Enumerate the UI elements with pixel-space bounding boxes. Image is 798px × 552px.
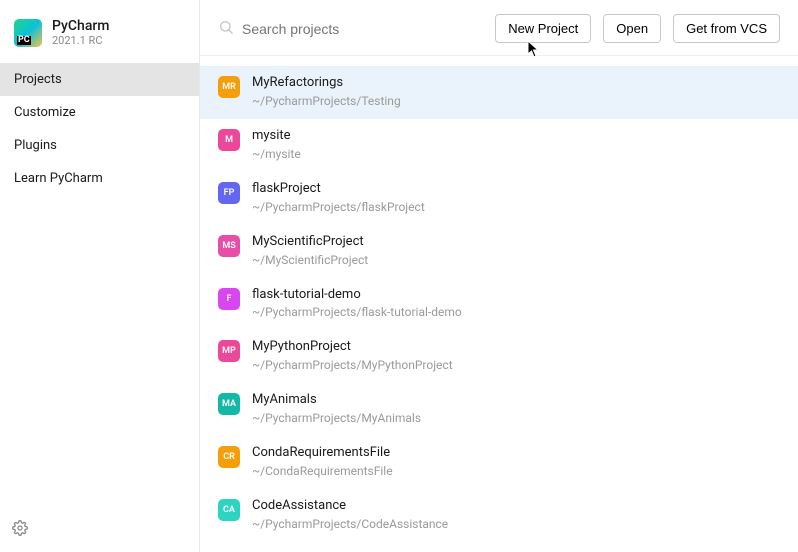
project-name: CodeAssistance bbox=[252, 498, 448, 515]
project-row[interactable]: Fflask-tutorial-demo~/PycharmProjects/fl… bbox=[200, 278, 798, 331]
search-box[interactable] bbox=[218, 19, 483, 39]
project-path: ~/PycharmProjects/MyAnimals bbox=[252, 409, 421, 427]
project-path: ~/MyScientificProject bbox=[252, 251, 368, 269]
sidebar-item-projects[interactable]: Projects bbox=[0, 63, 199, 96]
sidebar-nav: Projects Customize Plugins Learn PyCharm bbox=[0, 63, 199, 195]
project-name: CondaRequirementsFile bbox=[252, 445, 393, 462]
project-row[interactable]: Mmysite~/mysite bbox=[200, 119, 798, 172]
project-row[interactable]: CA CodeAssistance~/PycharmProjects/CodeAs… bbox=[200, 489, 798, 542]
project-initials-icon: F bbox=[218, 288, 240, 310]
project-name: MyRefactorings bbox=[252, 75, 401, 92]
sidebar-item-plugins[interactable]: Plugins bbox=[0, 129, 199, 162]
new-project-button[interactable]: New Project bbox=[495, 14, 591, 43]
project-name: MyScientificProject bbox=[252, 234, 368, 251]
project-row[interactable]: MS MyScientificProject~/MyScientificProje… bbox=[200, 225, 798, 278]
project-path: ~/PycharmProjects/Testing bbox=[252, 92, 401, 110]
sidebar-item-label: Plugins bbox=[14, 138, 57, 153]
search-icon bbox=[218, 19, 234, 39]
project-name: flask-tutorial-demo bbox=[252, 287, 462, 304]
get-from-vcs-button[interactable]: Get from VCS bbox=[673, 14, 780, 43]
project-initials-icon: MA bbox=[218, 393, 240, 415]
project-path: ~/PycharmProjects/flask-tutorial-demo bbox=[252, 303, 462, 321]
project-list: MR MyRefactorings~/PycharmProjects/Testin… bbox=[200, 56, 798, 552]
project-path: ~/mysite bbox=[252, 145, 301, 163]
project-initials-icon: MR bbox=[218, 76, 240, 98]
sidebar-item-learn-pycharm[interactable]: Learn PyCharm bbox=[0, 162, 199, 195]
project-name: flaskProject bbox=[252, 181, 425, 198]
project-name: mysite bbox=[252, 128, 301, 145]
app-logo-block: PyCharm 2021.1 RC bbox=[0, 0, 199, 63]
search-input[interactable] bbox=[242, 21, 483, 37]
project-path: ~/CondaRequirementsFile bbox=[252, 462, 393, 480]
project-row[interactable]: MR MyRefactorings~/PycharmProjects/Testin… bbox=[200, 66, 798, 119]
project-row[interactable]: MA MyAnimals~/PycharmProjects/MyAnimals bbox=[200, 383, 798, 436]
project-initials-icon: MP bbox=[218, 340, 240, 362]
sidebar-item-label: Projects bbox=[14, 72, 62, 87]
project-row[interactable]: MP MyPythonProject~/PycharmProjects/MyPyt… bbox=[200, 330, 798, 383]
project-initials-icon: MS bbox=[218, 235, 240, 257]
project-row[interactable]: CR CondaRequirementsFile~/CondaRequiremen… bbox=[200, 436, 798, 489]
app-name: PyCharm bbox=[52, 18, 110, 34]
sidebar-bottom bbox=[0, 508, 199, 552]
sidebar-item-label: Learn PyCharm bbox=[14, 171, 103, 186]
project-path: ~/PycharmProjects/MyPythonProject bbox=[252, 356, 453, 374]
gear-icon[interactable] bbox=[12, 525, 28, 540]
project-row[interactable]: FP flaskProject~/PycharmProjects/flaskPro… bbox=[200, 172, 798, 225]
main: New Project Open Get from VCS MR MyRefact… bbox=[200, 0, 798, 552]
topbar: New Project Open Get from VCS bbox=[200, 0, 798, 56]
project-path: ~/PycharmProjects/flaskProject bbox=[252, 198, 425, 216]
project-initials-icon: CR bbox=[218, 446, 240, 468]
project-name: MyPythonProject bbox=[252, 339, 453, 356]
sidebar-item-customize[interactable]: Customize bbox=[0, 96, 199, 129]
open-button[interactable]: Open bbox=[603, 14, 661, 43]
project-path: ~/PycharmProjects/CodeAssistance bbox=[252, 515, 448, 533]
project-initials-icon: FP bbox=[218, 182, 240, 204]
sidebar: PyCharm 2021.1 RC Projects Customize Plugi… bbox=[0, 0, 200, 552]
project-initials-icon: CA bbox=[218, 499, 240, 521]
project-initials-icon: M bbox=[218, 129, 240, 151]
project-name: MyAnimals bbox=[252, 392, 421, 409]
app-version: 2021.1 RC bbox=[52, 34, 110, 47]
app-logo-icon bbox=[14, 19, 42, 47]
sidebar-item-label: Customize bbox=[14, 105, 76, 120]
